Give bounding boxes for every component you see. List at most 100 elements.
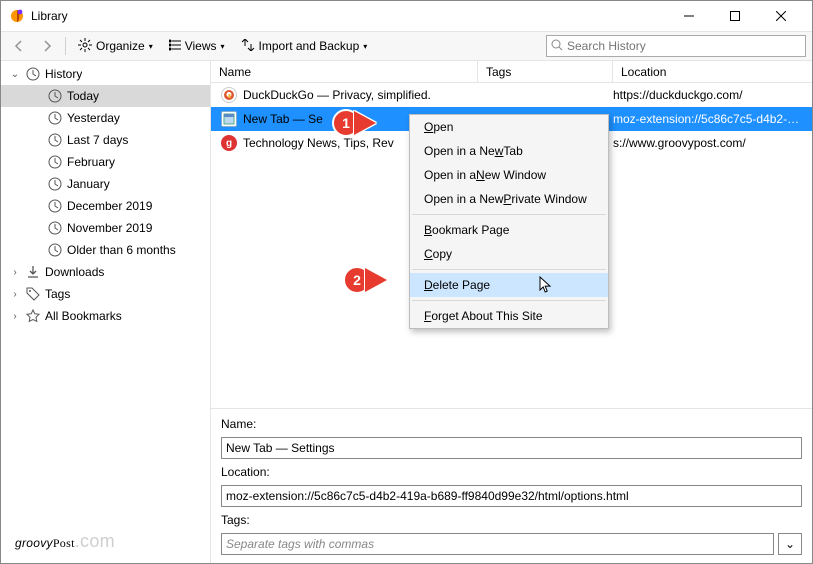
sidebar-item[interactable]: January — [1, 173, 210, 195]
title-bar: Library — [1, 1, 812, 31]
star-icon — [25, 308, 41, 324]
tag-icon — [25, 286, 41, 302]
context-menu-item[interactable]: Open in a New Private Window — [410, 187, 608, 211]
search-input[interactable] — [567, 39, 801, 53]
clock-icon — [47, 88, 63, 104]
context-menu-item[interactable]: Delete Page — [410, 273, 608, 297]
sidebar-item[interactable]: Yesterday — [1, 107, 210, 129]
favicon-duckduckgo — [221, 87, 237, 103]
download-icon — [25, 264, 41, 280]
column-tags[interactable]: Tags — [478, 61, 613, 82]
forward-button — [35, 35, 59, 57]
clock-icon — [47, 198, 63, 214]
sidebar-item-label: January — [67, 177, 110, 191]
row-title: Technology News, Tips, Rev — [243, 136, 394, 150]
close-button[interactable] — [758, 1, 804, 31]
sidebar-item[interactable]: › Tags — [1, 283, 210, 305]
detail-name-label: Name: — [221, 417, 802, 431]
sidebar-item-label: History — [45, 67, 82, 81]
favicon-newtab — [221, 111, 237, 127]
minimize-button[interactable] — [666, 1, 712, 31]
sidebar-item[interactable]: › Downloads — [1, 261, 210, 283]
twisty-icon[interactable]: ⌄ — [9, 69, 21, 80]
organize-menu[interactable]: Organize ▾ — [72, 35, 159, 57]
toolbar: Organize ▾ Views ▾ Import and Backup ▾ — [1, 31, 812, 61]
back-button — [7, 35, 31, 57]
column-headers: Name Tags Location — [211, 61, 812, 83]
row-location: moz-extension://5c86c7c5-d4b2-419a-... — [613, 112, 812, 126]
chevron-down-icon: ▾ — [221, 42, 225, 51]
context-menu-item[interactable]: Open — [410, 115, 608, 139]
maximize-button[interactable] — [712, 1, 758, 31]
clock-icon — [47, 110, 63, 126]
clock-icon — [47, 220, 63, 236]
chevron-down-icon: ▾ — [363, 42, 367, 51]
import-backup-menu[interactable]: Import and Backup ▾ — [235, 35, 374, 57]
column-name[interactable]: Name — [211, 61, 478, 82]
sidebar-item[interactable]: ›All Bookmarks — [1, 305, 210, 327]
twisty-icon[interactable]: › — [9, 289, 21, 300]
library-window: Library Organize ▾ Views ▾ Import and Ba… — [0, 0, 813, 564]
sidebar-item[interactable]: Older than 6 months — [1, 239, 210, 261]
clock-icon — [47, 176, 63, 192]
views-menu[interactable]: Views ▾ — [163, 35, 231, 57]
twisty-icon[interactable]: › — [9, 311, 21, 322]
sidebar-item-label: November 2019 — [67, 221, 152, 235]
detail-tags-label: Tags: — [221, 513, 802, 527]
clock-icon — [47, 154, 63, 170]
sidebar-item[interactable]: ⌄ History — [1, 63, 210, 85]
context-menu-item[interactable]: Open in a New Window — [410, 163, 608, 187]
sidebar-item[interactable]: November 2019 — [1, 217, 210, 239]
cursor-icon — [539, 276, 553, 297]
annotation-badge-2: 2 — [343, 266, 387, 294]
favicon-groovypost: g — [221, 135, 237, 151]
import-export-icon — [241, 39, 255, 54]
detail-location-label: Location: — [221, 465, 802, 479]
sidebar-item[interactable]: Today — [1, 85, 210, 107]
search-icon — [551, 39, 563, 54]
sidebar-item[interactable]: December 2019 — [1, 195, 210, 217]
history-row[interactable]: DuckDuckGo — Privacy, simplified. https:/… — [211, 83, 812, 107]
body: ⌄ History Today Yesterday Last 7 days Februar… — [1, 61, 812, 563]
sidebar-item[interactable]: February — [1, 151, 210, 173]
context-menu-item[interactable]: Bookmark Page — [410, 218, 608, 242]
row-location: https://duckduckgo.com/ — [613, 88, 812, 102]
clock-icon — [47, 132, 63, 148]
context-menu-separator — [412, 300, 606, 301]
clock-icon — [47, 242, 63, 258]
row-title: DuckDuckGo — Privacy, simplified. — [243, 88, 431, 102]
context-menu-separator — [412, 214, 606, 215]
context-menu-item[interactable]: Open in a New Tab — [410, 139, 608, 163]
sidebar-item-label: Older than 6 months — [67, 243, 176, 257]
list-icon — [169, 39, 181, 54]
sidebar-item-label: February — [67, 155, 115, 169]
detail-location-field[interactable]: moz-extension://5c86c7c5-d4b2-419a-b689-… — [221, 485, 802, 507]
details-pane: Name: New Tab — Settings Location: moz-e… — [211, 408, 812, 563]
app-icon — [9, 8, 25, 24]
context-menu-separator — [412, 269, 606, 270]
sidebar-item-label: Tags — [45, 287, 70, 301]
window-title: Library — [31, 9, 666, 23]
sidebar-item-label: December 2019 — [67, 199, 152, 213]
tags-dropdown-button[interactable]: ⌄ — [778, 533, 802, 555]
toolbar-separator — [65, 37, 66, 55]
context-menu[interactable]: OpenOpen in a New TabOpen in a New Windo… — [409, 114, 609, 329]
annotation-badge-1: 1 — [332, 109, 376, 137]
sidebar-item[interactable]: Last 7 days — [1, 129, 210, 151]
detail-tags-field[interactable]: Separate tags with commas — [221, 533, 774, 555]
sidebar-item-label: Today — [67, 89, 99, 103]
column-location[interactable]: Location — [613, 61, 812, 82]
chevron-down-icon: ▾ — [149, 42, 153, 51]
context-menu-item[interactable]: Copy — [410, 242, 608, 266]
chevron-down-icon: ⌄ — [785, 537, 795, 551]
sidebar[interactable]: ⌄ History Today Yesterday Last 7 days Februar… — [1, 61, 211, 563]
row-title: New Tab — Se — [243, 112, 323, 126]
gear-icon — [78, 38, 92, 55]
context-menu-item[interactable]: Forget About This Site — [410, 304, 608, 328]
search-box[interactable] — [546, 35, 806, 57]
sidebar-item-label: Downloads — [45, 265, 104, 279]
detail-name-field[interactable]: New Tab — Settings — [221, 437, 802, 459]
row-location: s://www.groovypost.com/ — [613, 136, 812, 150]
sidebar-item-label: Last 7 days — [67, 133, 128, 147]
twisty-icon[interactable]: › — [9, 267, 21, 278]
